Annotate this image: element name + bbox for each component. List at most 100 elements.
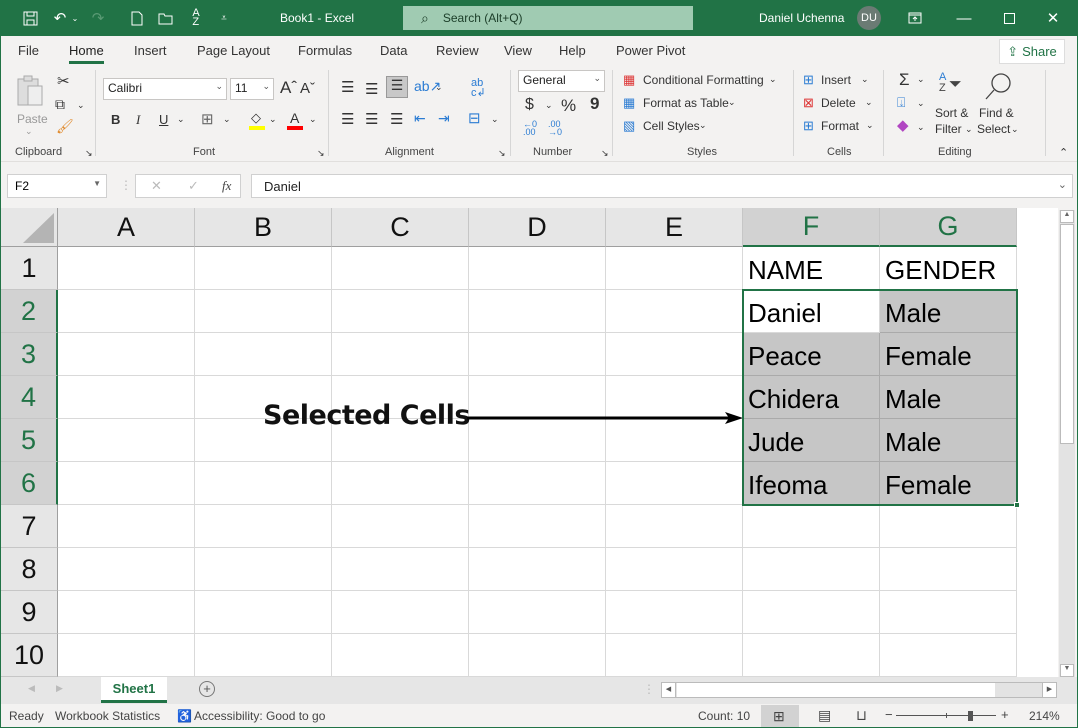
format-cells-button[interactable]: ⊞ Format ⌄ bbox=[803, 118, 877, 136]
column-header-f[interactable]: F bbox=[743, 208, 880, 247]
undo-icon[interactable]: ↶ bbox=[51, 9, 69, 27]
normal-view-button[interactable]: ⊞ bbox=[761, 705, 799, 727]
cell-c9[interactable] bbox=[332, 591, 469, 634]
cell-d5[interactable] bbox=[469, 419, 606, 462]
spreadsheet-grid[interactable]: NAME GENDER Daniel Male Peace Female Chidera Ma… bbox=[1, 208, 1058, 677]
cell-a9[interactable] bbox=[58, 591, 195, 634]
column-header-c[interactable]: C bbox=[332, 208, 469, 247]
cell-c7[interactable] bbox=[332, 505, 469, 548]
increase-decimal-icon[interactable]: ←0.00 bbox=[523, 120, 537, 137]
avatar[interactable]: DU bbox=[857, 6, 881, 30]
clear-dropdown-icon[interactable]: ⌄ bbox=[917, 122, 925, 133]
number-launcher-icon[interactable]: ↘ bbox=[601, 148, 609, 159]
row-header-1[interactable]: 1 bbox=[1, 247, 58, 290]
scroll-down-icon[interactable]: ▼ bbox=[1060, 664, 1074, 677]
cell-f10[interactable] bbox=[743, 634, 880, 677]
customize-quick-access-icon[interactable]: ⩡ bbox=[217, 9, 231, 27]
cell-b7[interactable] bbox=[195, 505, 332, 548]
name-box[interactable]: F2 ▼ bbox=[7, 174, 107, 198]
cell-d8[interactable] bbox=[469, 548, 606, 591]
search-box[interactable]: ⌕ Search (Alt+Q) bbox=[403, 6, 693, 30]
cell-b8[interactable] bbox=[195, 548, 332, 591]
row-header-4[interactable]: 4 bbox=[1, 376, 58, 419]
align-left-icon[interactable]: ☰ bbox=[341, 110, 354, 128]
cell-f7[interactable] bbox=[743, 505, 880, 548]
next-sheet-icon[interactable]: ▶ bbox=[56, 683, 63, 694]
font-color-button[interactable]: A bbox=[287, 110, 305, 130]
zoom-out-button[interactable]: − bbox=[885, 707, 893, 722]
cell-e2[interactable] bbox=[606, 290, 743, 333]
tab-insert[interactable]: Insert bbox=[134, 43, 167, 58]
open-folder-icon[interactable] bbox=[157, 9, 175, 27]
italic-button[interactable]: I bbox=[136, 112, 140, 128]
row-header-7[interactable]: 7 bbox=[1, 505, 58, 548]
cell-a5[interactable] bbox=[58, 419, 195, 462]
cell-d2[interactable] bbox=[469, 290, 606, 333]
cell-e1[interactable] bbox=[606, 247, 743, 290]
format-as-table-button[interactable]: ▦ Format as Table ⌄ bbox=[623, 95, 743, 113]
cell-c6[interactable] bbox=[332, 462, 469, 505]
fill-color-dropdown-icon[interactable]: ⌄ bbox=[269, 114, 277, 125]
cell-g8[interactable] bbox=[880, 548, 1017, 591]
cell-g6[interactable]: Female bbox=[880, 462, 1017, 505]
cell-a4[interactable] bbox=[58, 376, 195, 419]
copy-dropdown-icon[interactable]: ⌄ bbox=[77, 100, 85, 111]
sheet-tab[interactable]: Sheet1 bbox=[101, 677, 167, 703]
cell-f5[interactable]: Jude bbox=[743, 419, 880, 462]
column-header-d[interactable]: D bbox=[469, 208, 606, 247]
name-box-dropdown-icon[interactable]: ▼ bbox=[93, 179, 101, 188]
borders-icon[interactable]: ⊞ bbox=[201, 110, 214, 128]
row-header-5[interactable]: 5 bbox=[1, 419, 58, 462]
cell-b2[interactable] bbox=[195, 290, 332, 333]
zoom-slider[interactable] bbox=[896, 711, 996, 721]
cell-e6[interactable] bbox=[606, 462, 743, 505]
cell-c8[interactable] bbox=[332, 548, 469, 591]
font-launcher-icon[interactable]: ↘ bbox=[317, 148, 325, 159]
conditional-formatting-button[interactable]: ▦ Conditional Formatting ⌄ bbox=[623, 72, 783, 90]
cell-d10[interactable] bbox=[469, 634, 606, 677]
minimize-icon[interactable]: — bbox=[956, 9, 972, 27]
zoom-slider-thumb[interactable] bbox=[968, 711, 973, 721]
cell-g7[interactable] bbox=[880, 505, 1017, 548]
cell-e5[interactable] bbox=[606, 419, 743, 462]
fill-dropdown-icon[interactable]: ⌄ bbox=[917, 98, 925, 109]
alignment-launcher-icon[interactable]: ↘ bbox=[498, 148, 506, 159]
collapse-ribbon-icon[interactable]: ⌃ bbox=[1059, 146, 1068, 159]
tab-help[interactable]: Help bbox=[559, 43, 586, 58]
prev-sheet-icon[interactable]: ◀ bbox=[28, 683, 35, 694]
cell-g1[interactable]: GENDER bbox=[880, 247, 1017, 290]
page-layout-view-icon[interactable]: ▤ bbox=[818, 707, 831, 724]
merge-dropdown-icon[interactable]: ⌄ bbox=[491, 114, 499, 125]
cell-f4[interactable]: Chidera bbox=[743, 376, 880, 419]
cell-a7[interactable] bbox=[58, 505, 195, 548]
cell-f1[interactable]: NAME bbox=[743, 247, 880, 290]
cell-e7[interactable] bbox=[606, 505, 743, 548]
tab-view[interactable]: View bbox=[504, 43, 532, 58]
currency-button[interactable]: $ bbox=[525, 96, 534, 114]
font-color-dropdown-icon[interactable]: ⌄ bbox=[309, 114, 317, 125]
cell-f6[interactable]: Ifeoma bbox=[743, 462, 880, 505]
orientation-dropdown-icon[interactable]: ⌄ bbox=[435, 82, 443, 93]
currency-dropdown-icon[interactable]: ⌄ bbox=[545, 100, 553, 111]
font-name-select[interactable]: Calibri ⌄ bbox=[103, 78, 227, 100]
horizontal-scrollbar[interactable]: ◀ ▶ bbox=[661, 682, 1057, 698]
insert-cells-button[interactable]: ⊞ Insert ⌄ bbox=[803, 72, 873, 90]
align-right-icon[interactable]: ☰ bbox=[390, 110, 403, 128]
page-break-view-icon[interactable]: ⊔ bbox=[856, 707, 867, 724]
fill-color-button[interactable]: ◇ bbox=[249, 110, 267, 130]
undo-dropdown-icon[interactable]: ⌄ bbox=[71, 9, 79, 27]
bold-button[interactable]: B bbox=[111, 112, 120, 127]
cell-a6[interactable] bbox=[58, 462, 195, 505]
cell-g5[interactable]: Male bbox=[880, 419, 1017, 462]
select-all-button[interactable] bbox=[1, 208, 58, 247]
fill-handle[interactable] bbox=[1014, 502, 1020, 508]
cell-c3[interactable] bbox=[332, 333, 469, 376]
formula-bar-grip-icon[interactable]: ⋮ bbox=[120, 178, 132, 192]
formula-input[interactable]: Daniel ⌄ bbox=[251, 174, 1073, 198]
column-header-e[interactable]: E bbox=[606, 208, 743, 247]
cell-c1[interactable] bbox=[332, 247, 469, 290]
increase-font-size-icon[interactable]: Aˆ bbox=[280, 78, 297, 98]
cell-e8[interactable] bbox=[606, 548, 743, 591]
cell-a2[interactable] bbox=[58, 290, 195, 333]
cell-f9[interactable] bbox=[743, 591, 880, 634]
